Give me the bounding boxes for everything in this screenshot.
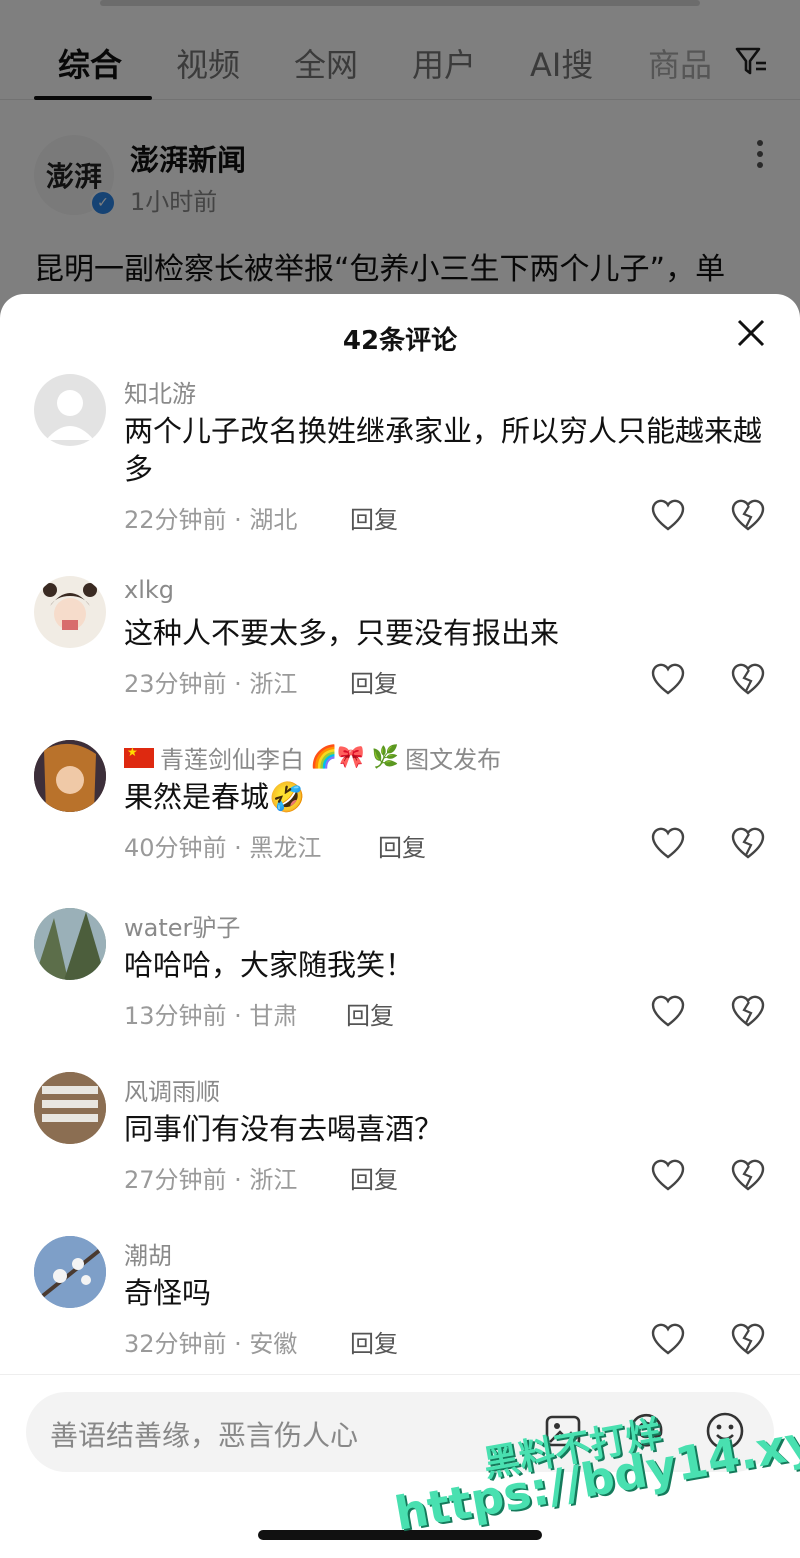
like-icon[interactable]: [650, 1322, 686, 1356]
avatar[interactable]: [34, 1236, 106, 1308]
china-flag-icon: [124, 745, 154, 768]
reply-button[interactable]: 回复: [350, 664, 398, 699]
dislike-icon[interactable]: [730, 826, 766, 860]
like-icon[interactable]: [650, 662, 686, 696]
input-divider: [0, 1374, 800, 1375]
comment-username[interactable]: xlkg: [124, 576, 174, 604]
comment-meta: 22分钟前 · 湖北: [124, 506, 298, 534]
comment-text: 奇怪吗: [124, 1276, 212, 1310]
comment-username[interactable]: 风调雨顺: [124, 1072, 220, 1107]
dim-overlay[interactable]: [0, 0, 800, 320]
like-icon[interactable]: [650, 826, 686, 860]
comment-username[interactable]: 知北游: [124, 374, 196, 409]
comment-input-placeholder[interactable]: 善语结善缘，恶言伤人心: [50, 1414, 358, 1454]
comment-meta: 32分钟前 · 安徽: [124, 1330, 298, 1358]
like-icon[interactable]: [650, 1158, 686, 1192]
comment-meta: 13分钟前 · 甘肃: [124, 1002, 298, 1030]
reply-button[interactable]: 回复: [346, 996, 394, 1031]
comment-text: 这种人不要太多，只要没有报出来: [124, 616, 560, 650]
avatar[interactable]: [34, 576, 106, 648]
reply-button[interactable]: 回复: [350, 500, 398, 535]
comment-text: 两个儿子改名换姓继承家业，所以穷人只能越来越多: [124, 414, 763, 486]
comment-sheet: 42条评论 知北游 两个儿子改名换姓继承家业，所以穷人只能越来越多 22分钟前 …: [0, 294, 800, 1558]
dislike-icon[interactable]: [730, 1322, 766, 1356]
close-icon[interactable]: [734, 316, 768, 350]
avatar[interactable]: [34, 740, 106, 812]
comment-username[interactable]: water驴子: [124, 908, 240, 943]
comment-meta: 23分钟前 · 浙江: [124, 670, 298, 698]
post-badge: 图文发布: [405, 746, 502, 774]
avatar[interactable]: [34, 908, 106, 980]
comment-count-title: 42条评论: [342, 326, 458, 356]
comment-text: 果然是春城🤣: [124, 780, 306, 814]
comment-username[interactable]: 潮胡: [124, 1236, 172, 1271]
dislike-icon[interactable]: [730, 498, 766, 532]
comment-username[interactable]: 青莲剑仙李白 🌈🎀 🌿 图文发布: [124, 740, 501, 775]
like-icon[interactable]: [650, 994, 686, 1028]
dislike-icon[interactable]: [730, 1158, 766, 1192]
comment-meta: 40分钟前 · 黑龙江: [124, 834, 322, 862]
avatar[interactable]: [34, 374, 106, 446]
reply-button[interactable]: 回复: [350, 1324, 398, 1359]
comment-text: 哈哈哈，大家随我笑！: [124, 948, 415, 982]
dislike-icon[interactable]: [730, 662, 766, 696]
comment-text: 同事们有没有去喝喜酒？: [124, 1112, 444, 1146]
like-icon[interactable]: [650, 498, 686, 532]
reply-button[interactable]: 回复: [350, 1160, 398, 1195]
avatar[interactable]: [34, 1072, 106, 1144]
comment-meta: 27分钟前 · 浙江: [124, 1166, 298, 1194]
dislike-icon[interactable]: [730, 994, 766, 1028]
reply-button[interactable]: 回复: [378, 828, 426, 863]
emoji-decoration: 🌈🎀 🌿: [310, 745, 400, 770]
